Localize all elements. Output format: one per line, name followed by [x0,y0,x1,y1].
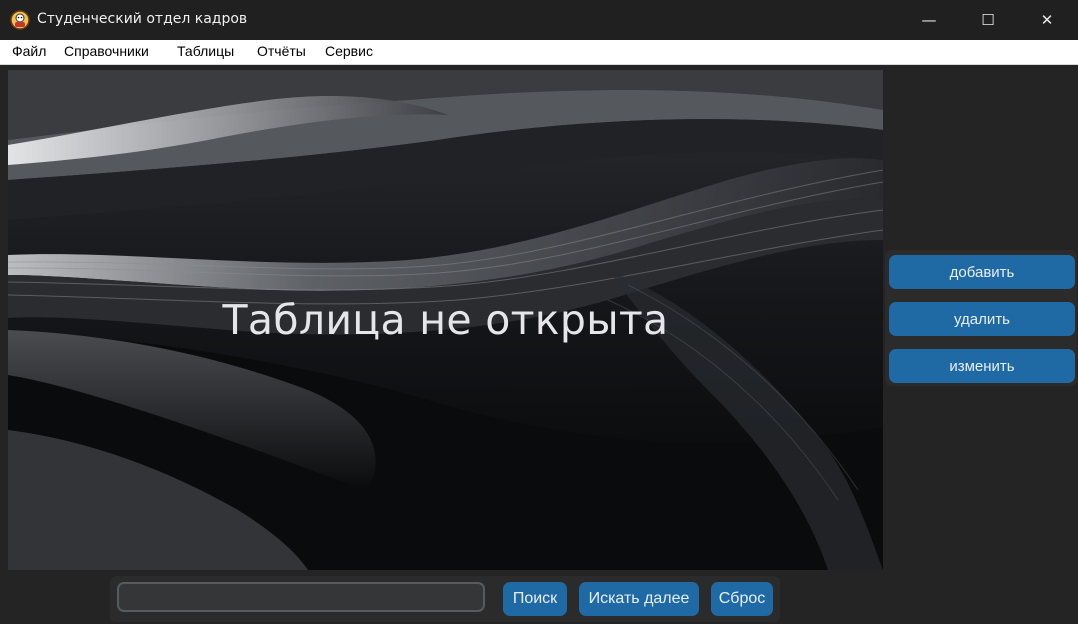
title-bar[interactable]: Студенческий отдел кадров — ☐ ✕ [0,0,1078,40]
find-next-button[interactable]: Искать далее [579,582,699,616]
edit-button[interactable]: изменить [889,349,1075,383]
minimize-icon: — [921,11,937,29]
app-logo-icon [10,10,30,30]
window-title: Студенческий отдел кадров [37,11,248,27]
side-actions-panel: добавить удалить изменить [885,250,1077,386]
menu-reports[interactable]: Отчёты [257,43,306,59]
app-window: Студенческий отдел кадров — ☐ ✕ Файл Спр… [0,0,1078,624]
search-button[interactable]: Поиск [503,582,567,616]
menu-bar: Файл Справочники Таблицы Отчёты Сервис [0,40,1078,65]
close-icon: ✕ [1040,11,1054,29]
menu-references[interactable]: Справочники [64,43,149,59]
menu-service[interactable]: Сервис [325,43,373,59]
no-table-message: Таблица не открыта [222,296,669,344]
table-view-area: Таблица не открыта [8,70,883,570]
delete-button[interactable]: удалить [889,302,1075,336]
menu-tables[interactable]: Таблицы [177,43,234,59]
menu-file[interactable]: Файл [12,43,46,59]
reset-button[interactable]: Сброс [711,582,773,616]
close-button[interactable]: ✕ [1018,0,1076,40]
search-input[interactable] [117,582,485,612]
add-button[interactable]: добавить [889,255,1075,289]
maximize-icon: ☐ [981,11,995,29]
maximize-button[interactable]: ☐ [959,0,1017,40]
minimize-button[interactable]: — [900,0,958,40]
